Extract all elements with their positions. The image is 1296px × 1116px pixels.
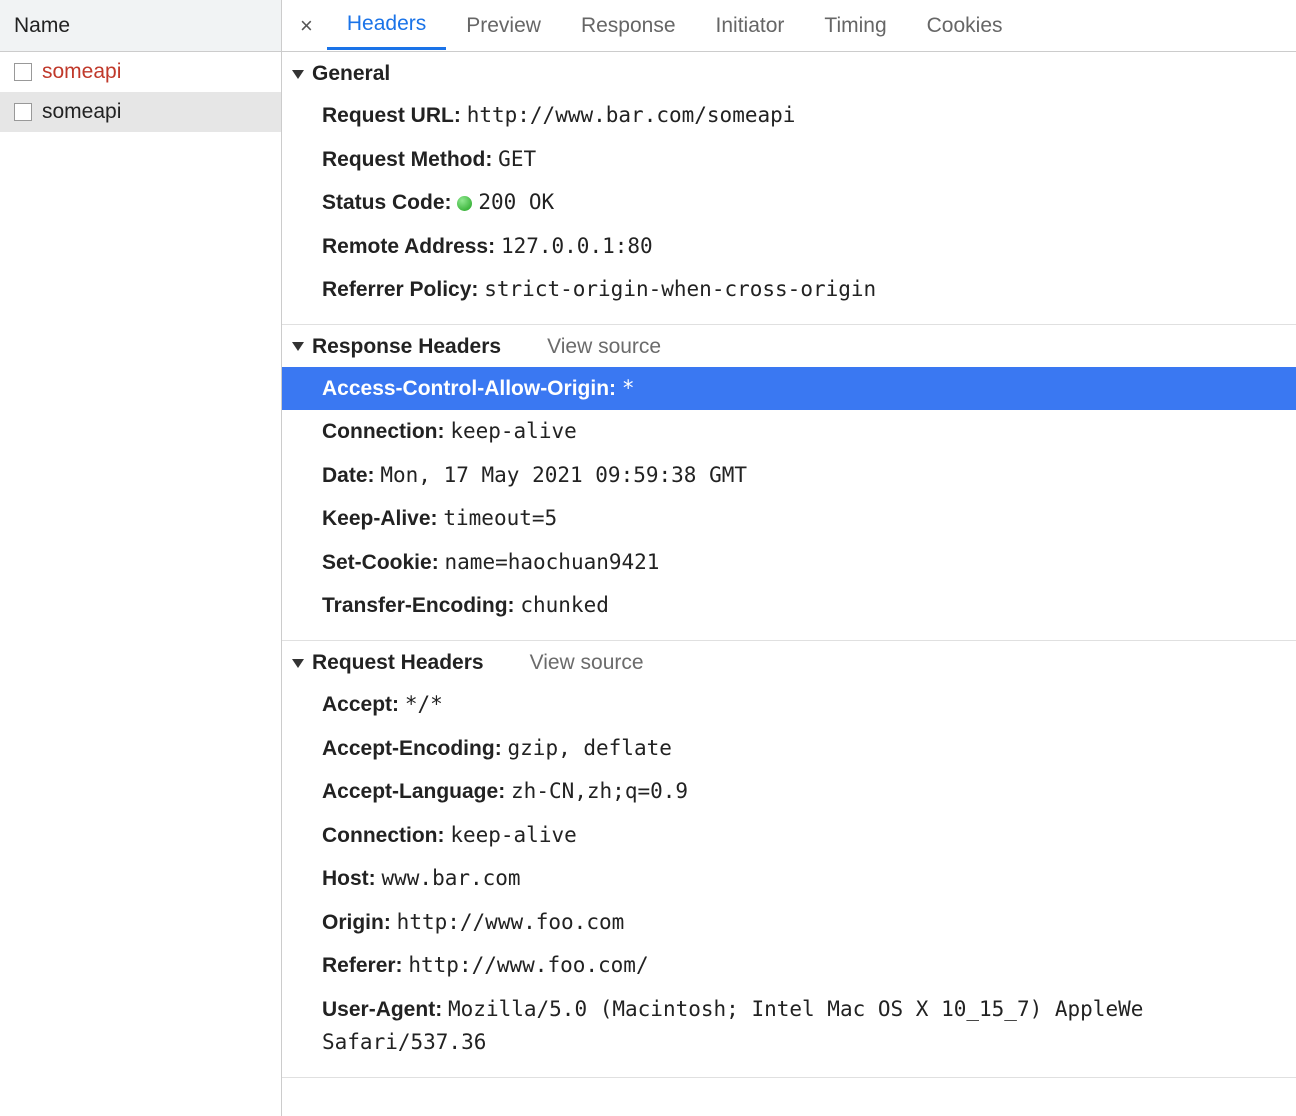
header-value: Mon, 17 May 2021 09:59:38 GMT xyxy=(380,463,747,487)
details-tabs: × HeadersPreviewResponseInitiatorTimingC… xyxy=(282,0,1296,52)
header-value: http://www.bar.com/someapi xyxy=(467,103,796,127)
header-key: Remote Address xyxy=(322,235,501,258)
header-row[interactable]: Accept*/* xyxy=(282,683,1296,727)
request-list: someapi someapi xyxy=(0,52,281,132)
section-general: General Request URLhttp://www.bar.com/som… xyxy=(282,52,1296,325)
header-row[interactable]: Transfer-Encodingchunked xyxy=(282,584,1296,628)
request-list-header: Name xyxy=(0,0,281,52)
header-row[interactable]: Keep-Alivetimeout=5 xyxy=(282,497,1296,541)
header-value: zh-CN,zh;q=0.9 xyxy=(511,779,688,803)
header-value: 127.0.0.1:80 xyxy=(501,234,653,258)
header-key: Connection xyxy=(322,420,450,443)
section-title: Response Headers xyxy=(312,335,501,359)
close-icon[interactable]: × xyxy=(294,13,327,39)
header-key: Origin xyxy=(322,911,397,934)
tab-response[interactable]: Response xyxy=(561,2,696,50)
section-response-headers: Response Headers View source Access-Contro… xyxy=(282,325,1296,641)
header-row[interactable]: Access-Control-Allow-Origin* xyxy=(282,367,1296,411)
header-key: Accept-Encoding xyxy=(322,737,508,760)
request-list-panel: Name someapi someapi xyxy=(0,0,282,1116)
header-key: Accept xyxy=(322,693,405,716)
header-key: Referer xyxy=(322,954,408,977)
expand-icon xyxy=(292,70,304,79)
section-header[interactable]: General xyxy=(282,52,1296,94)
expand-icon xyxy=(292,659,304,668)
header-row[interactable]: Referrer Policystrict-origin-when-cross-… xyxy=(282,268,1296,312)
request-list-column-name: Name xyxy=(14,14,70,38)
header-key: Access-Control-Allow-Origin xyxy=(322,377,622,400)
header-value: gzip, deflate xyxy=(508,736,672,760)
header-key: Host xyxy=(322,867,382,890)
header-key: Set-Cookie xyxy=(322,551,445,574)
header-key: Transfer-Encoding xyxy=(322,594,520,617)
header-key: Keep-Alive xyxy=(322,507,443,530)
header-value: timeout=5 xyxy=(443,506,557,530)
section-request-headers: Request HeadersView sourceAccept*/*Accep… xyxy=(282,641,1296,1078)
request-row[interactable]: someapi xyxy=(0,92,281,132)
header-row[interactable]: Originhttp://www.foo.com xyxy=(282,901,1296,945)
header-key: Request URL xyxy=(322,104,467,127)
section-header[interactable]: Response Headers View source xyxy=(282,325,1296,367)
header-row[interactable]: Status Code 200 OK xyxy=(282,181,1296,225)
header-key: Status Code xyxy=(322,191,457,214)
header-key: Referrer Policy xyxy=(322,278,484,301)
section-title: Request Headers xyxy=(312,651,484,675)
header-row[interactable]: Set-Cookiename=haochuan9421 xyxy=(282,541,1296,585)
headers-details[interactable]: General Request URLhttp://www.bar.com/som… xyxy=(282,52,1296,1116)
header-key: Accept-Language xyxy=(322,780,511,803)
status-dot-icon xyxy=(457,196,472,211)
expand-icon xyxy=(292,342,304,351)
view-source-link[interactable]: View source xyxy=(530,651,644,675)
header-key: Date xyxy=(322,464,380,487)
header-row[interactable]: Request MethodGET xyxy=(282,138,1296,182)
request-name: someapi xyxy=(42,100,121,124)
header-row[interactable]: User-AgentMozilla/5.0 (Macintosh; Intel … xyxy=(282,988,1296,1065)
request-name: someapi xyxy=(42,60,121,84)
header-value: chunked xyxy=(520,593,609,617)
view-source-link[interactable]: View source xyxy=(547,335,661,359)
request-checkbox[interactable] xyxy=(14,63,32,81)
header-key: Connection xyxy=(322,824,450,847)
header-value: keep-alive xyxy=(450,823,576,847)
tab-headers[interactable]: Headers xyxy=(327,2,446,50)
header-row[interactable]: Connectionkeep-alive xyxy=(282,814,1296,858)
section-title: General xyxy=(312,62,390,86)
header-row[interactable]: DateMon, 17 May 2021 09:59:38 GMT xyxy=(282,454,1296,498)
request-checkbox[interactable] xyxy=(14,103,32,121)
header-value: GET xyxy=(498,147,536,171)
header-value: 200 OK xyxy=(478,190,554,214)
header-row[interactable]: Accept-Languagezh-CN,zh;q=0.9 xyxy=(282,770,1296,814)
header-value: strict-origin-when-cross-origin xyxy=(484,277,876,301)
section-header[interactable]: Request Headers View source xyxy=(282,641,1296,683)
header-key: User-Agent xyxy=(322,998,448,1021)
header-value: http://www.foo.com xyxy=(397,910,625,934)
details-panel: × HeadersPreviewResponseInitiatorTimingC… xyxy=(282,0,1296,1116)
header-value: name=haochuan9421 xyxy=(445,550,660,574)
header-value: keep-alive xyxy=(450,419,576,443)
header-row[interactable]: Refererhttp://www.foo.com/ xyxy=(282,944,1296,988)
header-value: * xyxy=(622,376,635,400)
header-value: */* xyxy=(405,692,443,716)
header-row[interactable]: Connectionkeep-alive xyxy=(282,410,1296,454)
header-row[interactable]: Hostwww.bar.com xyxy=(282,857,1296,901)
header-value: www.bar.com xyxy=(382,866,521,890)
header-value: http://www.foo.com/ xyxy=(408,953,648,977)
tab-timing[interactable]: Timing xyxy=(804,2,906,50)
header-row[interactable]: Remote Address127.0.0.1:80 xyxy=(282,225,1296,269)
tab-preview[interactable]: Preview xyxy=(446,2,561,50)
tab-initiator[interactable]: Initiator xyxy=(696,2,805,50)
tab-cookies[interactable]: Cookies xyxy=(907,2,1023,50)
header-row[interactable]: Request URLhttp://www.bar.com/someapi xyxy=(282,94,1296,138)
request-row[interactable]: someapi xyxy=(0,52,281,92)
header-row[interactable]: Accept-Encodinggzip, deflate xyxy=(282,727,1296,771)
header-key: Request Method xyxy=(322,148,498,171)
